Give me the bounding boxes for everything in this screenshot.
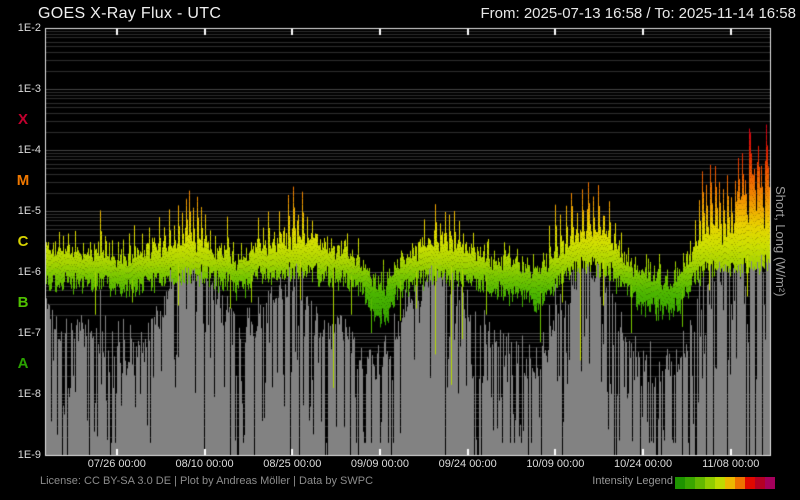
y-tick-label: 1E-4 (17, 144, 41, 156)
intensity-legend-label: Intensity Legend (592, 475, 673, 487)
class-letter-m: M (16, 171, 30, 189)
y-tick-label: 1E-6 (17, 266, 41, 278)
x-tick-label: 09/09 00:00 (350, 458, 410, 470)
legend-color-swatch (765, 477, 775, 489)
legend-color-swatch (685, 477, 695, 489)
y-tick-label: 1E-2 (17, 22, 41, 34)
legend-color-swatch (725, 477, 735, 489)
right-axis-label: Short, Long (W/m²) (773, 186, 788, 297)
x-tick-label: 10/09 00:00 (526, 458, 585, 470)
legend-color-swatch (695, 477, 705, 489)
legend-color-swatch (675, 477, 685, 489)
class-letter-c: C (17, 232, 29, 250)
date-range-label: From: 2025-07-13 16:58 / To: 2025-11-14 … (480, 5, 797, 22)
class-letter-b: B (17, 293, 29, 311)
legend-color-swatch (715, 477, 725, 489)
chart-title: GOES X-Ray Flux - UTC (38, 5, 222, 22)
xray-flux-plot-canvas (0, 0, 800, 500)
y-tick-label: 1E-3 (17, 83, 41, 95)
intensity-legend-bar (675, 477, 775, 489)
y-tick-label: 1E-9 (17, 449, 41, 461)
y-tick-label: 1E-5 (17, 205, 41, 217)
legend-color-swatch (745, 477, 755, 489)
legend-color-swatch (755, 477, 765, 489)
y-tick-label: 1E-8 (17, 388, 41, 400)
license-text: License: CC BY-SA 3.0 DE | Plot by Andre… (40, 475, 374, 487)
x-tick-label: 11/08 00:00 (702, 458, 760, 470)
y-tick-label: 1E-7 (17, 327, 41, 339)
x-tick-label: 08/25 00:00 (263, 458, 322, 470)
goes-xray-flux-app: GOES X-Ray Flux - UTC From: 2025-07-13 1… (0, 0, 800, 500)
class-letter-a: A (17, 354, 29, 372)
x-tick-label: 09/24 00:00 (438, 458, 497, 470)
x-tick-label: 10/24 00:00 (614, 458, 673, 470)
x-tick-label: 08/10 00:00 (175, 458, 234, 470)
class-letter-x: X (17, 110, 28, 128)
legend-color-swatch (705, 477, 715, 489)
x-tick-label: 07/26 00:00 (87, 458, 146, 470)
legend-color-swatch (735, 477, 745, 489)
